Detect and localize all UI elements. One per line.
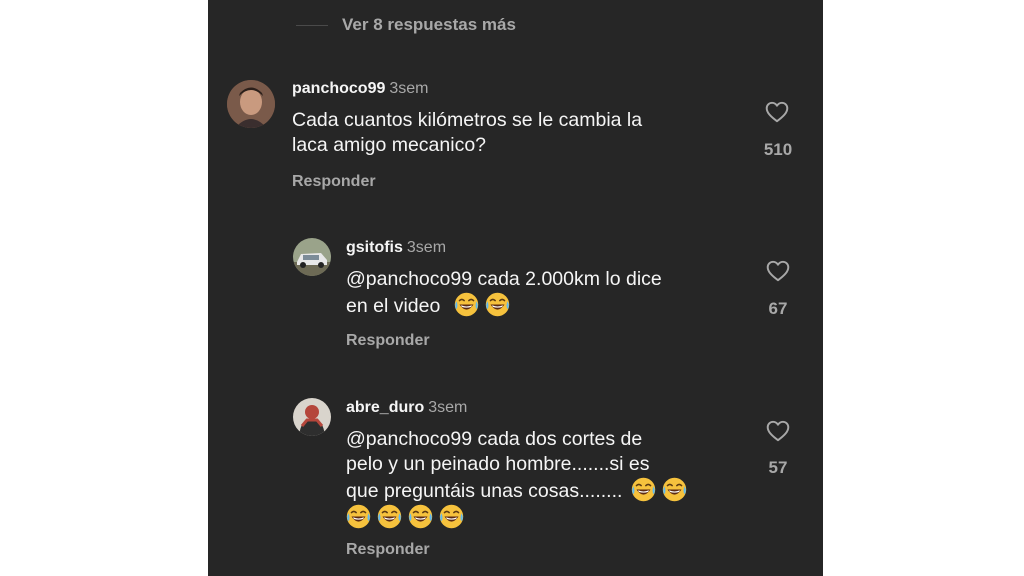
comment-line-3: que preguntáis unas cosas........ — [346, 477, 726, 504]
comment-time: 3sem — [406, 239, 447, 256]
comments-panel: Ver 8 respuestas más panchoco99 3sem Cada… — [208, 0, 823, 576]
comment-username-row: panchoco99 3sem — [292, 80, 428, 98]
comment-line: Cada cuantos kilómetros se le cambia la — [292, 109, 643, 131]
face-with-tears-of-joy-icon — [408, 504, 433, 529]
face-with-tears-of-joy-icon — [454, 292, 479, 317]
face-with-tears-of-joy-icon — [485, 292, 510, 317]
comment-time: 3sem — [428, 399, 468, 416]
username[interactable]: panchoco99 — [292, 80, 385, 97]
username[interactable]: abre_duro — [346, 399, 424, 416]
avatar[interactable] — [293, 398, 331, 436]
comment-line-2: en el video — [346, 292, 726, 319]
username[interactable]: gsitofis — [346, 239, 403, 256]
face-with-tears-of-joy-icon — [631, 477, 656, 502]
face-with-tears-of-joy-icon — [377, 504, 402, 529]
like-count: 67 — [768, 299, 788, 318]
face-with-tears-of-joy-icon — [346, 504, 371, 529]
comment-line: que preguntáis unas cosas........ — [346, 480, 623, 502]
reply-button[interactable]: Responder — [346, 332, 430, 350]
avatar[interactable] — [227, 80, 275, 128]
like-count: 57 — [768, 458, 788, 477]
heart-outline-icon[interactable] — [763, 99, 791, 125]
comment-username-row: gsitofis 3sem — [346, 239, 446, 257]
view-more-replies-button[interactable]: Ver 8 respuestas más — [342, 15, 516, 35]
comment-line: @panchoco99 cada dos cortes de — [346, 428, 643, 450]
like-count: 510 — [763, 140, 793, 159]
comment-line: laca amigo mecanico? — [292, 134, 487, 156]
comment-text: @panchoco99 cada dos cortes de pelo y un… — [346, 427, 726, 531]
comment-text: @panchoco99 cada 2.000km lo dice en el v… — [346, 267, 726, 319]
comment-line: @panchoco99 cada 2.000km lo dice — [346, 268, 662, 290]
avatar[interactable] — [293, 238, 331, 276]
heart-outline-icon[interactable] — [764, 258, 792, 284]
face-with-tears-of-joy-icon — [439, 504, 464, 529]
more-replies-divider — [296, 25, 328, 26]
face-with-tears-of-joy-icon — [662, 477, 687, 502]
comment-time: 3sem — [389, 80, 429, 97]
comment-line: en el video — [346, 295, 441, 317]
comment-emoji-line — [346, 504, 726, 531]
heart-outline-icon[interactable] — [764, 418, 792, 444]
comment-line: pelo y un peinado hombre.......si es — [346, 453, 650, 475]
reply-button[interactable]: Responder — [346, 541, 430, 559]
comment-username-row: abre_duro 3sem — [346, 399, 467, 417]
comment-text: Cada cuantos kilómetros se le cambia la … — [292, 108, 712, 158]
reply-button[interactable]: Responder — [292, 173, 376, 191]
